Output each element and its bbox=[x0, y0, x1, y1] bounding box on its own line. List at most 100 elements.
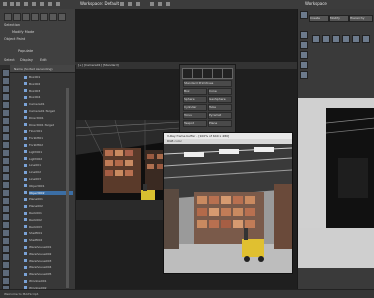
select-object-button[interactable] bbox=[4, 13, 12, 21]
cylinder-button[interactable]: Cylinder bbox=[183, 104, 207, 111]
visibility-toggle-icon[interactable] bbox=[24, 163, 27, 167]
explorer-tool-icon[interactable] bbox=[2, 77, 10, 85]
explorer-tool-icon[interactable] bbox=[2, 109, 10, 117]
ribbon-label-paint[interactable]: Object Paint bbox=[4, 37, 25, 41]
move-icon[interactable] bbox=[40, 2, 44, 6]
geosphere-button[interactable]: GeoSphere bbox=[208, 96, 232, 103]
visibility-toggle-icon[interactable] bbox=[24, 109, 27, 113]
visibility-toggle-icon[interactable] bbox=[24, 170, 27, 174]
explorer-tool-icon[interactable] bbox=[2, 85, 10, 93]
select-region-button[interactable] bbox=[13, 13, 21, 21]
visibility-toggle-icon[interactable] bbox=[24, 177, 27, 181]
explorer-tool-icon[interactable] bbox=[2, 117, 10, 125]
right-workspace-label[interactable]: Workspace bbox=[305, 1, 327, 6]
explorer-tool-icon[interactable] bbox=[2, 269, 10, 277]
visibility-toggle-icon[interactable] bbox=[24, 184, 27, 188]
select-filter-button[interactable] bbox=[22, 13, 30, 21]
visibility-toggle-icon[interactable] bbox=[24, 136, 27, 140]
plane-button[interactable]: Plane bbox=[208, 120, 232, 127]
sphere-preview-icon[interactable] bbox=[362, 35, 370, 43]
explorer-row[interactable]: Box002 bbox=[29, 82, 73, 86]
explorer-tool-icon[interactable] bbox=[2, 253, 10, 261]
explorer-tool-icon[interactable] bbox=[2, 205, 10, 213]
explorer-tool-icon[interactable] bbox=[2, 101, 10, 109]
explorer-row[interactable]: Box001 bbox=[29, 75, 73, 79]
explorer-tool-icon[interactable] bbox=[2, 93, 10, 101]
align-icon[interactable] bbox=[136, 2, 140, 6]
link-icon[interactable] bbox=[24, 2, 28, 6]
helpers-icon[interactable] bbox=[222, 68, 233, 79]
teapot-button[interactable]: Teapot bbox=[183, 120, 207, 127]
explorer-tool-icon[interactable] bbox=[2, 173, 10, 181]
rotate-icon[interactable] bbox=[48, 2, 52, 6]
explorer-tool-icon[interactable] bbox=[2, 133, 10, 141]
visibility-toggle-icon[interactable] bbox=[24, 225, 27, 229]
render-setup-icon[interactable] bbox=[150, 2, 154, 6]
explorer-tool-icon[interactable] bbox=[2, 149, 10, 157]
visibility-toggle-icon[interactable] bbox=[24, 211, 27, 215]
visibility-toggle-icon[interactable] bbox=[24, 231, 27, 235]
visibility-toggle-icon[interactable] bbox=[24, 123, 27, 127]
sphere-preview-icon[interactable] bbox=[312, 35, 320, 43]
app-icon[interactable] bbox=[3, 2, 7, 6]
keyboard-shortcut-button[interactable] bbox=[58, 13, 66, 21]
motion-tab-icon[interactable] bbox=[300, 51, 308, 59]
ribbon-label-modify[interactable]: Modify Mode bbox=[12, 30, 34, 34]
redo-icon[interactable] bbox=[16, 2, 20, 6]
sphere-preview-icon[interactable] bbox=[352, 35, 360, 43]
visibility-toggle-icon[interactable] bbox=[24, 252, 27, 256]
tab-create[interactable]: Create bbox=[309, 15, 329, 22]
utilities-tab-icon[interactable] bbox=[300, 71, 308, 79]
visibility-toggle-icon[interactable] bbox=[24, 102, 27, 106]
ribbon-label-populate[interactable]: Populate bbox=[18, 49, 33, 53]
undo-icon[interactable] bbox=[10, 2, 14, 6]
viewport-label[interactable]: [+] [Camera01] [Standard] bbox=[78, 63, 119, 67]
explorer-tool-icon[interactable] bbox=[2, 277, 10, 285]
visibility-toggle-icon[interactable] bbox=[24, 75, 27, 79]
hierarchy-tab-icon[interactable] bbox=[300, 41, 308, 49]
explorer-tool-icon[interactable] bbox=[2, 245, 10, 253]
pivot-button[interactable] bbox=[49, 13, 57, 21]
select-icon[interactable] bbox=[32, 2, 36, 6]
visibility-toggle-icon[interactable] bbox=[24, 143, 27, 147]
visibility-toggle-icon[interactable] bbox=[24, 82, 27, 86]
primitive-type-select[interactable]: Standard Primitives bbox=[183, 80, 232, 87]
sphere-preview-icon[interactable] bbox=[322, 35, 330, 43]
visibility-toggle-icon[interactable] bbox=[24, 204, 27, 208]
explorer-tool-icon[interactable] bbox=[2, 125, 10, 133]
explorer-tool-icon[interactable] bbox=[2, 221, 10, 229]
explorer-column-header[interactable]: Name (Sorted Ascending) bbox=[14, 67, 53, 71]
visibility-toggle-icon[interactable] bbox=[24, 245, 27, 249]
explorer-tool-icon[interactable] bbox=[2, 157, 10, 165]
visibility-toggle-icon[interactable] bbox=[24, 89, 27, 93]
torus-button[interactable]: Torus bbox=[183, 112, 207, 119]
scale-icon[interactable] bbox=[56, 2, 60, 6]
visibility-toggle-icon[interactable] bbox=[24, 259, 27, 263]
box-button[interactable]: Box bbox=[183, 88, 207, 95]
ribbon-subtab-display[interactable]: Display bbox=[20, 58, 33, 62]
material-editor-icon[interactable] bbox=[166, 2, 170, 6]
visibility-toggle-icon[interactable] bbox=[24, 95, 27, 99]
explorer-tool-icon[interactable] bbox=[2, 141, 10, 149]
explorer-tool-icon[interactable] bbox=[2, 237, 10, 245]
explorer-tool-icon[interactable] bbox=[2, 165, 10, 173]
sphere-preview-icon[interactable] bbox=[332, 35, 340, 43]
workspace-label[interactable]: Workspace: Default bbox=[80, 1, 119, 6]
visibility-toggle-icon[interactable] bbox=[24, 150, 27, 154]
explorer-tool-icon[interactable] bbox=[2, 189, 10, 197]
visibility-toggle-icon[interactable] bbox=[24, 197, 27, 201]
frame-buffer-window[interactable]: V-Ray frame buffer - [100% of 640 x 480]… bbox=[163, 132, 293, 274]
sphere-preview-icon[interactable] bbox=[342, 35, 350, 43]
tube-button[interactable]: Tube bbox=[208, 104, 232, 111]
explorer-tool-icon[interactable] bbox=[2, 229, 10, 237]
modify-tab-icon[interactable] bbox=[300, 31, 308, 39]
explorer-tool-icon[interactable] bbox=[2, 261, 10, 269]
select-by-name-button[interactable] bbox=[31, 13, 39, 21]
explorer-tool-icon[interactable] bbox=[2, 197, 10, 205]
tab-hierarchy[interactable]: Hierarchy bbox=[349, 15, 373, 22]
display-tab-icon[interactable] bbox=[300, 61, 308, 69]
visibility-toggle-icon[interactable] bbox=[24, 265, 27, 269]
ribbon-subtab-select[interactable]: Select bbox=[4, 58, 15, 62]
cone-button[interactable]: Cone bbox=[208, 88, 232, 95]
right-render-view[interactable] bbox=[297, 98, 374, 268]
